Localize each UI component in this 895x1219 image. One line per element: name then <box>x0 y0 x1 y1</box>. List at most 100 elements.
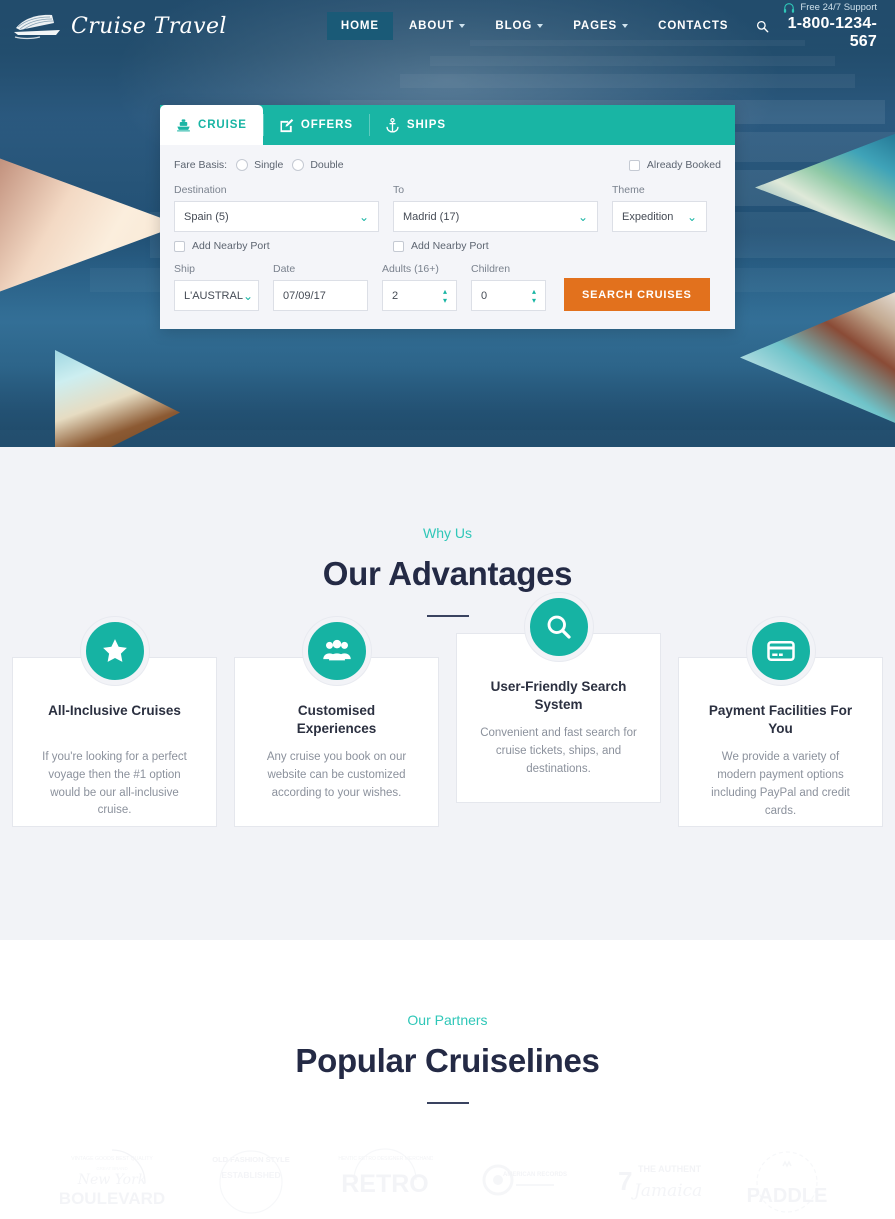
partners-title: Popular Cruiselines <box>295 1042 600 1079</box>
field-label: Theme <box>612 184 645 196</box>
users-group-icon <box>302 617 371 685</box>
field-date: Date 07/09/17 <box>273 263 368 311</box>
advantage-text: If you're looking for a perfect voyage t… <box>42 751 187 817</box>
chevron-down-icon: ⌄ <box>358 209 369 224</box>
chevron-up-icon[interactable]: ▴ <box>443 287 447 295</box>
date-input[interactable]: 07/09/17 <box>273 280 368 311</box>
stepper-arrows[interactable]: ▴ ▾ <box>532 287 536 304</box>
nav-item-label: ABOUT <box>408 20 455 32</box>
headset-icon <box>784 2 795 13</box>
booking-widget: CRUISE OFFERS SHIPS Fare Basis: Single D… <box>160 105 735 329</box>
nav-item-pages[interactable]: PAGES <box>559 12 642 40</box>
checkbox-label: Already Booked <box>646 159 721 171</box>
date-value: 07/09/17 <box>283 289 326 302</box>
adults-stepper[interactable]: 2 ▴ ▾ <box>382 280 457 311</box>
support-block: Free 24/7 Support 1-800-1234-567 <box>781 2 883 51</box>
field-to: To Madrid (17) ⌄ <box>393 184 598 232</box>
advantages-cards: All-Inclusive Cruises If you're looking … <box>0 593 895 827</box>
adults-value: 2 <box>392 289 399 302</box>
checkbox-add-nearby-port-to[interactable]: Add Nearby Port <box>393 240 598 252</box>
checkbox-label: Add Nearby Port <box>411 240 489 252</box>
svg-text:New York: New York <box>76 1172 146 1188</box>
nav-search-button[interactable] <box>744 12 781 41</box>
nav-item-contacts[interactable]: CONTACTS <box>644 12 742 40</box>
ship-select[interactable]: L'AUSTRAL ⌄ <box>174 280 259 311</box>
field-children: Children 0 ▴ ▾ <box>471 263 546 311</box>
nav-item-label: PAGES <box>573 20 618 32</box>
advantage-card[interactable]: All-Inclusive Cruises If you're looking … <box>12 617 217 827</box>
destination-select[interactable]: Spain (5) ⌄ <box>174 201 379 232</box>
field-label: To <box>393 184 405 196</box>
destination-value: Spain (5) <box>184 210 229 223</box>
section-divider <box>426 1102 469 1104</box>
checkbox-add-nearby-port-destination[interactable]: Add Nearby Port <box>174 240 379 252</box>
svg-text:AUTHENTIC RETRO DESIGNER MERCH: AUTHENTIC RETRO DESIGNER MERCHANDISE <box>338 1156 433 1162</box>
advantage-card[interactable]: Customised Experiences Any cruise you bo… <box>234 617 439 827</box>
partner-logo-authentic-jamaican[interactable]: 7 THE AUTHENTIC Jamaican <box>606 1144 713 1219</box>
tab-label: SHIPS <box>406 119 446 131</box>
edit-note-icon <box>280 118 294 132</box>
tab-offers[interactable]: OFFERS <box>262 105 369 145</box>
chevron-down-icon: ⌄ <box>577 209 588 224</box>
theme-value: Expedition <box>622 210 674 223</box>
field-destination: Destination Spain (5) ⌄ <box>174 184 379 232</box>
fare-basis-row: Fare Basis: Single Double Already Booked <box>174 159 721 171</box>
booking-tabs: CRUISE OFFERS SHIPS <box>160 105 735 145</box>
partner-logo-retro-designer[interactable]: AUTHENTIC RETRO DESIGNER MERCHANDISE RET… <box>328 1144 442 1219</box>
advantage-text: Convenient and fast search for cruise ti… <box>480 727 637 776</box>
tab-cruise[interactable]: CRUISE <box>160 105 263 145</box>
svg-text:PADDLE: PADDLE <box>747 1185 828 1207</box>
field-theme: Theme Expedition ⌄ <box>612 184 707 232</box>
chevron-down-icon: ⌄ <box>242 288 254 303</box>
stepper-arrows[interactable]: ▴ ▾ <box>443 287 447 304</box>
field-label: Date <box>273 263 296 275</box>
chevron-down-icon[interactable]: ▾ <box>532 296 536 304</box>
to-select[interactable]: Madrid (17) ⌄ <box>393 201 598 232</box>
advantage-title: Payment Facilities For You <box>708 703 853 737</box>
chevron-up-icon[interactable]: ▴ <box>532 287 536 295</box>
radio-label: Single <box>254 159 284 171</box>
partner-logos: VINTAGE GOODS BEST QUALITY GREAT BRAND N… <box>0 1144 895 1219</box>
checkbox-box <box>174 240 185 252</box>
partner-logo-new-york-boulevard[interactable]: VINTAGE GOODS BEST QUALITY GREAT BRAND N… <box>58 1144 165 1219</box>
advantages-section: Why Us Our Advantages All-Inclusive Crui… <box>0 447 895 940</box>
radio-single[interactable]: Single <box>236 159 283 171</box>
partners-section: Our Partners Popular Cruiselines VINTAGE… <box>0 940 895 1214</box>
advantage-text: We provide a variety of modern payment o… <box>711 751 850 817</box>
advantage-text: Any cruise you book on our website can b… <box>266 751 407 800</box>
search-icon <box>757 20 769 32</box>
site-logo[interactable]: Cruise Travel <box>12 11 227 41</box>
nav-item-blog[interactable]: BLOG <box>481 12 557 40</box>
chevron-down-icon[interactable]: ▾ <box>443 296 447 304</box>
partner-logo-old-fashion-style[interactable]: OLD FASHION STYLE ESTABLISHED <box>204 1144 299 1219</box>
tab-label: OFFERS <box>300 119 353 131</box>
search-cruises-button[interactable]: SEARCH CRUISES <box>564 278 710 311</box>
nav-item-label: BLOG <box>495 20 533 32</box>
theme-select[interactable]: Expedition ⌄ <box>612 201 707 232</box>
to-value: Madrid (17) <box>403 210 460 223</box>
radio-label: Double <box>310 159 344 171</box>
advantage-card[interactable]: User-Friendly Search System Convenient a… <box>456 593 661 803</box>
tab-ships[interactable]: SHIPS <box>368 105 462 145</box>
partner-logo-american-records[interactable]: AMERICAN RECORDS <box>472 1144 567 1219</box>
advantage-title: All-Inclusive Cruises <box>48 703 181 718</box>
svg-text:RETRO: RETRO <box>341 1170 429 1198</box>
checkbox-already-booked[interactable]: Already Booked <box>628 159 721 171</box>
checkbox-label: Add Nearby Port <box>192 240 270 252</box>
field-label: Ship <box>174 263 196 275</box>
field-label: Destination <box>174 184 227 196</box>
nav-item-home[interactable]: HOME <box>326 12 393 40</box>
advantages-kicker: Why Us <box>423 525 472 541</box>
nav-item-label: CONTACTS <box>658 20 729 32</box>
nav-item-label: HOME <box>340 20 379 32</box>
partner-logo-paddle[interactable]: PADDLE <box>740 1144 835 1219</box>
checkbox-box <box>393 240 404 252</box>
children-stepper[interactable]: 0 ▴ ▾ <box>471 280 546 311</box>
field-label: Children <box>471 263 511 275</box>
nav-item-about[interactable]: ABOUT <box>395 12 479 40</box>
advantage-card[interactable]: Payment Facilities For You We provide a … <box>678 617 883 827</box>
support-phone[interactable]: 1-800-1234-567 <box>781 15 877 51</box>
chevron-down-icon <box>537 24 544 28</box>
radio-double[interactable]: Double <box>292 159 344 171</box>
svg-text:THE AUTHENTIC: THE AUTHENTIC <box>638 1164 701 1174</box>
